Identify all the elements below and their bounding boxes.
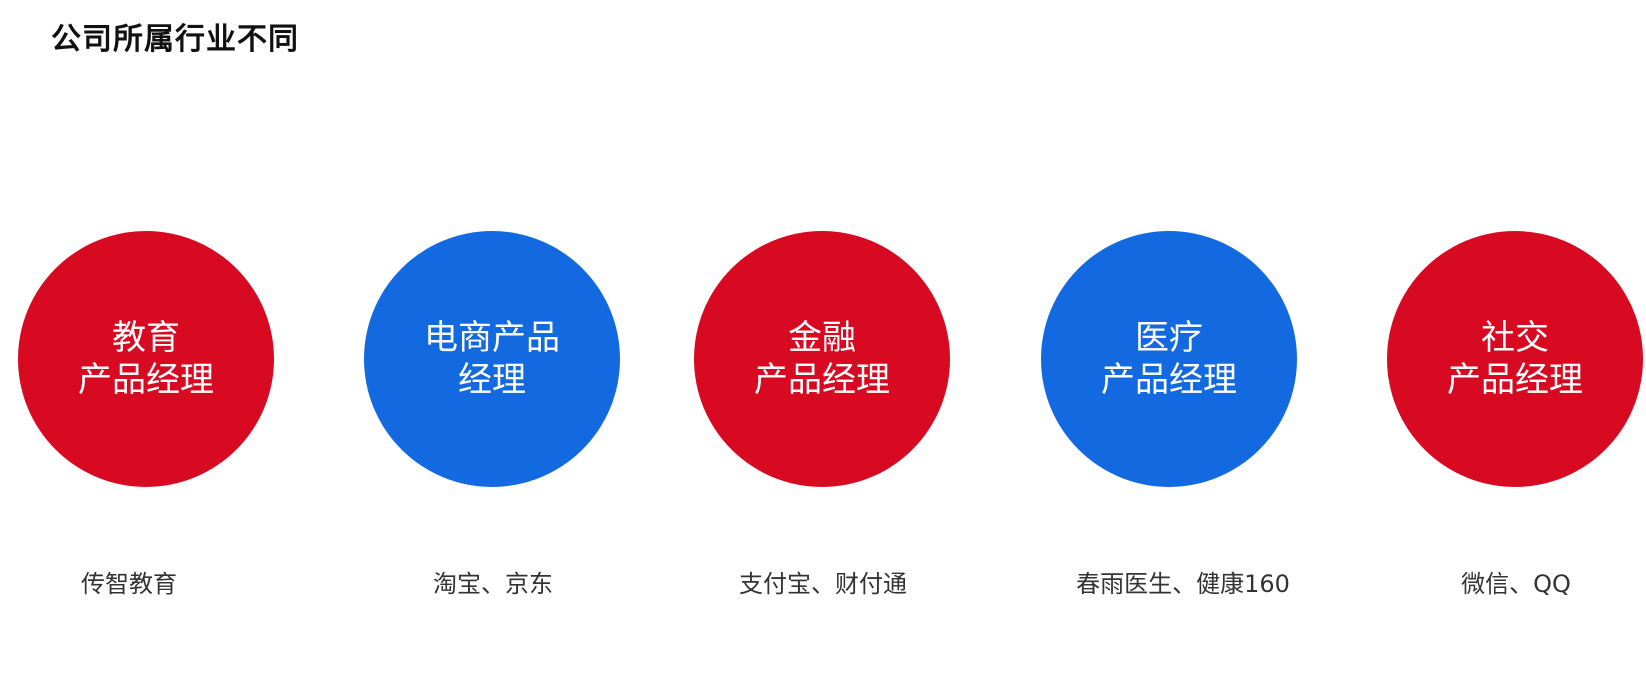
industry-name: 电商产品 [424, 318, 560, 358]
industry-name: 金融 [788, 318, 856, 358]
industry-role: 产品经理 [754, 360, 890, 400]
industry-circle-education: 教育 产品经理 [18, 231, 274, 487]
industry-circle-social: 社交 产品经理 [1387, 231, 1643, 487]
industry-name: 社交 [1481, 318, 1549, 358]
industry-example-companies: 传智教育 [81, 570, 177, 598]
industry-circle-medical: 医疗 产品经理 [1041, 231, 1297, 487]
industry-example-companies: 支付宝、财付通 [739, 570, 907, 598]
industry-role: 产品经理 [1101, 360, 1237, 400]
industry-name: 教育 [112, 318, 180, 358]
industry-circle-ecommerce: 电商产品 经理 [364, 231, 620, 487]
industry-role: 产品经理 [1447, 360, 1583, 400]
industry-role: 经理 [458, 360, 526, 400]
page-title: 公司所属行业不同 [51, 22, 299, 57]
industry-example-companies: 淘宝、京东 [433, 570, 553, 598]
industry-name: 医疗 [1135, 318, 1203, 358]
industry-circle-finance: 金融 产品经理 [694, 231, 950, 487]
industry-role: 产品经理 [78, 360, 214, 400]
industry-example-companies: 微信、QQ [1461, 570, 1571, 598]
industry-example-companies: 春雨医生、健康160 [1076, 570, 1290, 598]
